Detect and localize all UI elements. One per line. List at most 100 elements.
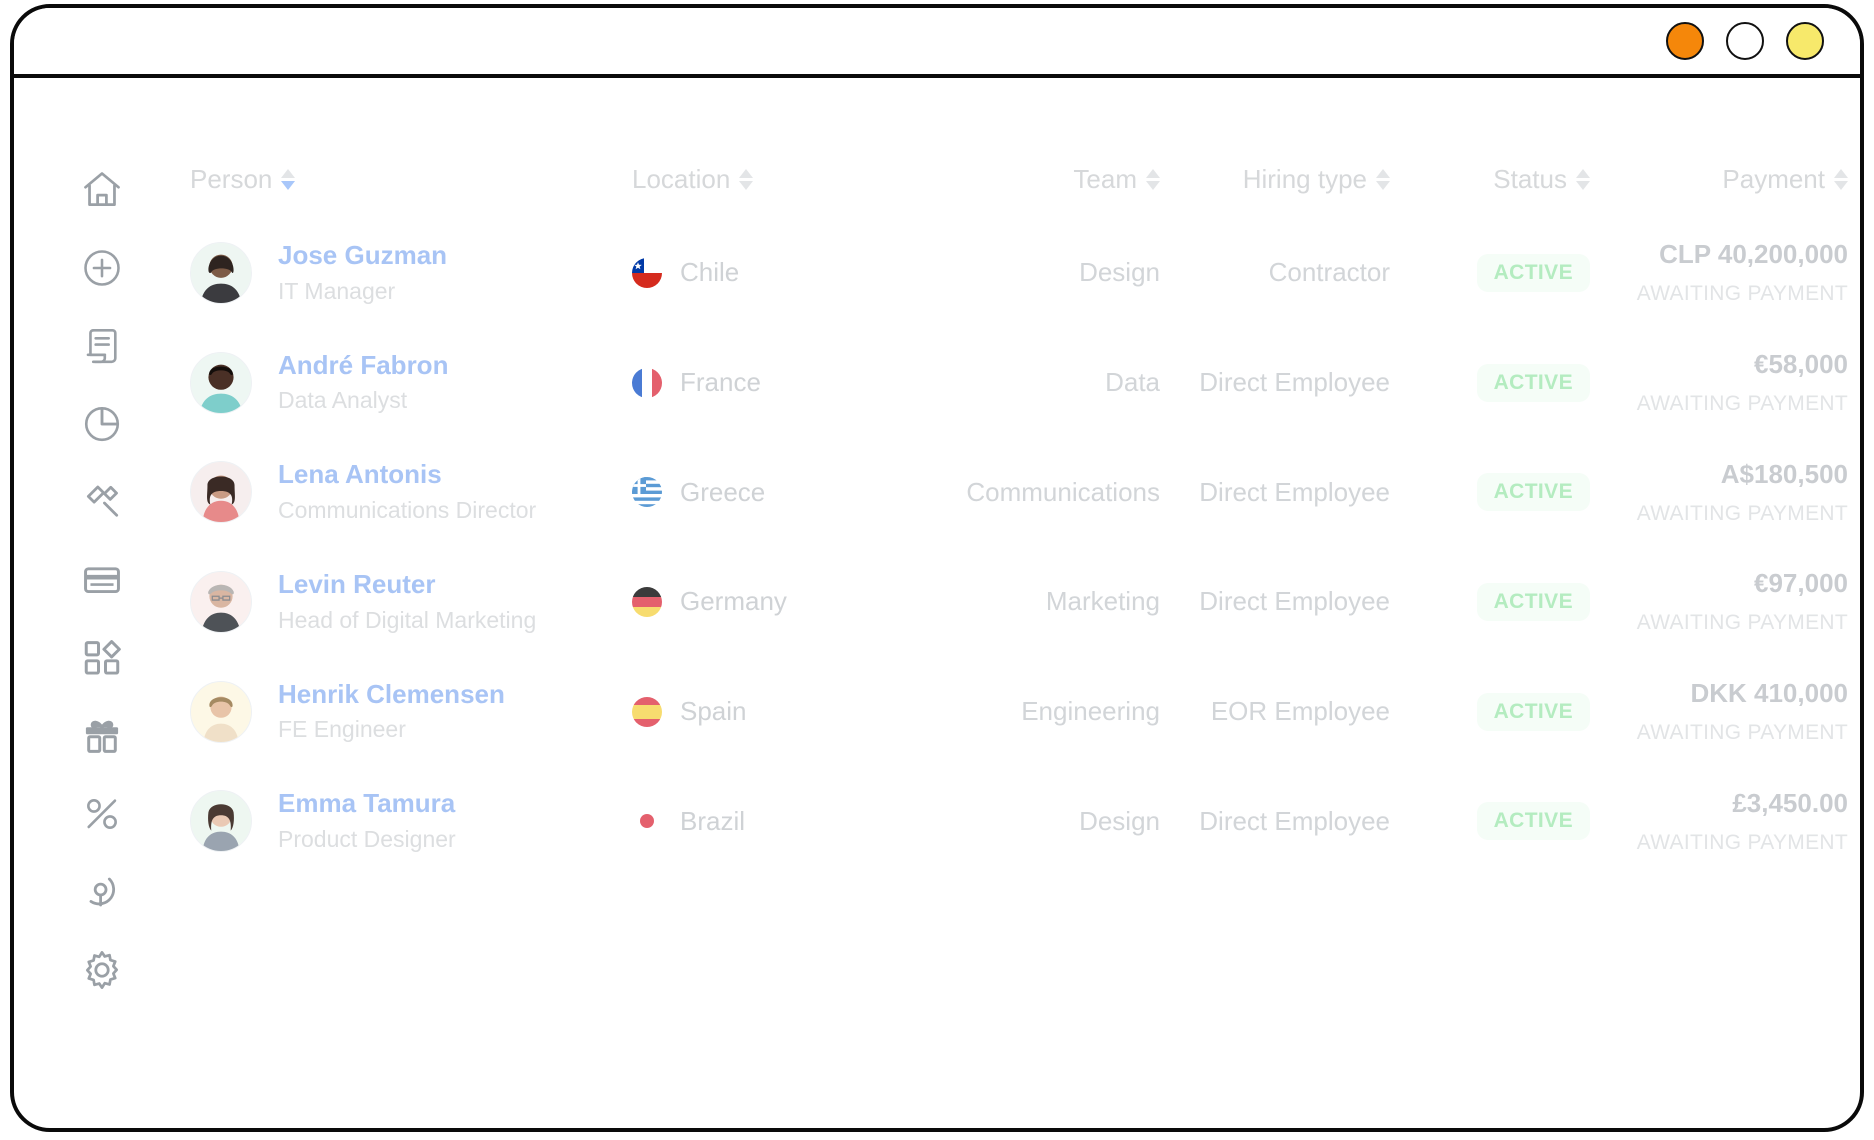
- status-badge: ACTIVE: [1476, 582, 1590, 621]
- maximize-button[interactable]: [1786, 22, 1824, 60]
- table-row[interactable]: Jose Guzman IT Manager Chile Design Cont…: [190, 239, 1864, 349]
- gear-icon: [80, 948, 124, 992]
- payment-cell: €58,000 AWAITING PAYMENT: [1590, 349, 1860, 459]
- table-row[interactable]: André Fabron Data Analyst France Data Di…: [190, 349, 1864, 459]
- payment-amount: A$180,500: [1720, 458, 1848, 489]
- row-actions-cell: [1860, 568, 1864, 678]
- avatar: [190, 461, 252, 524]
- person-name[interactable]: Jose Guzman: [278, 239, 447, 272]
- table-row[interactable]: Levin Reuter Head of Digital Marketing G: [190, 568, 1864, 678]
- sidebar: [14, 78, 190, 1128]
- table-row[interactable]: Henrik Clemensen FE Engineer Spain Engin…: [190, 678, 1864, 788]
- sidebar-item-apps[interactable]: [74, 634, 130, 682]
- flag-spain-icon: [632, 696, 662, 727]
- column-header-team[interactable]: Team: [920, 164, 1160, 239]
- kebab-menu-icon[interactable]: [1860, 691, 1864, 732]
- column-header-actions: [1860, 164, 1864, 239]
- hiring-type-cell: Direct Employee: [1199, 805, 1390, 836]
- column-header-person[interactable]: Person: [190, 164, 620, 239]
- home-icon: [80, 168, 124, 212]
- globe-pin-icon: [81, 871, 123, 913]
- kebab-menu-icon[interactable]: [1860, 252, 1864, 293]
- status-badge: ACTIVE: [1476, 363, 1590, 402]
- status-cell: ACTIVE: [1390, 678, 1590, 788]
- person-cell: Levin Reuter Head of Digital Marketing: [190, 568, 620, 678]
- sidebar-item-global[interactable]: [74, 868, 130, 916]
- person-role: IT Manager: [278, 277, 396, 304]
- status-cell: ACTIVE: [1390, 568, 1590, 678]
- payment-status: AWAITING PAYMENT: [1636, 282, 1848, 306]
- location-cell: Germany: [620, 568, 920, 678]
- sidebar-item-contracts[interactable]: [74, 322, 130, 370]
- sidebar-item-perks[interactable]: [74, 712, 130, 760]
- sort-arrows-icon[interactable]: [1376, 169, 1390, 190]
- kebab-menu-icon[interactable]: [1860, 801, 1864, 842]
- person-cell: Emma Tamura Product Designer: [190, 787, 620, 897]
- payment-amount: £3,450.00: [1732, 787, 1848, 818]
- location-name: Brazil: [680, 805, 746, 836]
- location-name: Chile: [680, 257, 740, 288]
- avatar: [190, 351, 252, 414]
- person-role: FE Engineer: [278, 716, 406, 743]
- status-cell: ACTIVE: [1390, 239, 1590, 349]
- table-row[interactable]: Lena Antonis Communications Director Gre: [190, 458, 1864, 568]
- gavel-icon: [81, 481, 123, 523]
- person-cell: André Fabron Data Analyst: [190, 349, 620, 459]
- sidebar-item-discounts[interactable]: [74, 790, 130, 838]
- team-cell: Design: [1079, 257, 1160, 288]
- kebab-menu-icon[interactable]: [1860, 581, 1864, 622]
- sidebar-item-reports[interactable]: [74, 400, 130, 448]
- sort-arrows-icon[interactable]: [281, 169, 296, 190]
- sort-arrows-icon[interactable]: [1146, 169, 1160, 190]
- sort-arrows-icon[interactable]: [1834, 169, 1848, 190]
- location-cell: France: [620, 349, 920, 459]
- window-controls: [1666, 22, 1824, 60]
- person-name[interactable]: André Fabron: [278, 349, 448, 382]
- sidebar-item-payments[interactable]: [74, 556, 130, 604]
- pie-chart-icon: [81, 403, 123, 445]
- avatar: [190, 680, 252, 743]
- column-label-location: Location: [632, 164, 731, 194]
- app-window: Person Location Team Hiring type Status …: [10, 4, 1864, 1132]
- person-name[interactable]: Levin Reuter: [278, 568, 536, 601]
- kebab-menu-icon[interactable]: [1860, 362, 1864, 403]
- payment-status: AWAITING PAYMENT: [1636, 611, 1848, 635]
- table-row[interactable]: Emma Tamura Product Designer Brazil Desi…: [190, 787, 1864, 897]
- person-cell: Lena Antonis Communications Director: [190, 458, 620, 568]
- person-name[interactable]: Lena Antonis: [278, 458, 536, 491]
- column-header-location[interactable]: Location: [620, 164, 920, 239]
- payment-amount: DKK 410,000: [1690, 678, 1848, 709]
- column-header-status[interactable]: Status: [1390, 164, 1590, 239]
- person-role: Data Analyst: [278, 387, 408, 414]
- sidebar-item-settings[interactable]: [74, 946, 130, 994]
- team-cell: Communications: [966, 476, 1160, 507]
- location-name: Greece: [680, 476, 766, 507]
- sidebar-item-add[interactable]: [74, 244, 130, 292]
- sort-arrows-icon[interactable]: [1576, 169, 1590, 190]
- status-badge: ACTIVE: [1476, 802, 1590, 841]
- status-badge: ACTIVE: [1476, 692, 1590, 731]
- column-label-payment: Payment: [1722, 164, 1825, 194]
- row-actions-cell: [1860, 458, 1864, 568]
- column-header-hiring-type[interactable]: Hiring type: [1160, 164, 1390, 239]
- person-name[interactable]: Henrik Clemensen: [278, 678, 505, 711]
- location-cell: Greece: [620, 458, 920, 568]
- row-actions-cell: [1860, 678, 1864, 788]
- close-button[interactable]: [1666, 22, 1704, 60]
- minimize-button[interactable]: [1726, 22, 1764, 60]
- people-table-body: Jose Guzman IT Manager Chile Design Cont…: [190, 239, 1864, 897]
- payment-cell: DKK 410,000 AWAITING PAYMENT: [1590, 678, 1860, 788]
- person-name[interactable]: Emma Tamura: [278, 787, 456, 820]
- kebab-menu-icon[interactable]: [1860, 472, 1864, 513]
- person-role: Product Designer: [278, 825, 456, 852]
- sidebar-item-compliance[interactable]: [74, 478, 130, 526]
- document-scroll-icon: [81, 325, 123, 367]
- status-cell: ACTIVE: [1390, 787, 1590, 897]
- status-badge: ACTIVE: [1476, 473, 1590, 512]
- hiring-type-cell: Direct Employee: [1199, 476, 1390, 507]
- sort-arrows-icon[interactable]: [739, 169, 754, 190]
- payment-amount: CLP 40,200,000: [1659, 239, 1848, 270]
- sidebar-item-home[interactable]: [74, 166, 130, 214]
- team-cell: Marketing: [1045, 586, 1160, 617]
- column-header-payment[interactable]: Payment: [1590, 164, 1860, 239]
